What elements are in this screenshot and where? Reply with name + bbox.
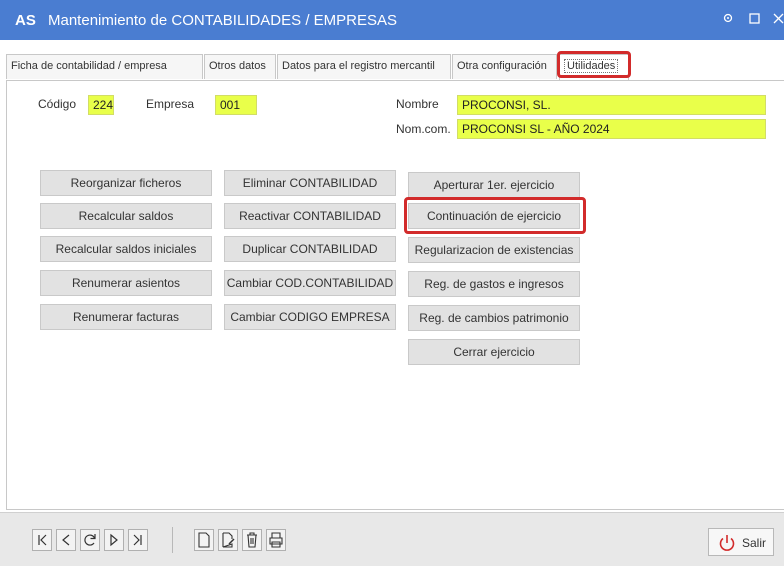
recalcular-saldos-button[interactable]: Recalcular saldos	[40, 203, 212, 229]
tab-otros-datos[interactable]: Otros datos	[204, 54, 276, 79]
window-title: Mantenimiento de CONTABILIDADES / EMPRES…	[48, 12, 398, 29]
nomcom-field[interactable]: PROCONSI SL - AÑO 2024	[457, 119, 766, 139]
edit-document-icon[interactable]	[218, 529, 238, 551]
duplicar-contabilidad-button[interactable]: Duplicar CONTABILIDAD	[224, 236, 396, 262]
print-icon[interactable]	[266, 529, 286, 551]
tab-registro-mercantil[interactable]: Datos para el registro mercantil	[277, 54, 451, 79]
recalcular-saldos-iniciales-button[interactable]: Recalcular saldos iniciales	[40, 236, 212, 262]
nombre-field[interactable]: PROCONSI, SL.	[457, 95, 766, 115]
app-logo: AS	[15, 12, 36, 29]
cerrar-ejercicio-button[interactable]: Cerrar ejercicio	[408, 339, 580, 365]
codigo-label: Código	[38, 97, 77, 111]
tab-otra-configuracion[interactable]: Otra configuración	[452, 54, 557, 79]
reg-gastos-ingresos-button[interactable]: Reg. de gastos e ingresos	[408, 271, 580, 297]
next-record-icon[interactable]	[104, 529, 124, 551]
title-bar: AS Mantenimiento de CONTABILIDADES / EMP…	[0, 0, 784, 40]
renumerar-facturas-button[interactable]: Renumerar facturas	[40, 304, 212, 330]
utilidades-highlight	[557, 51, 631, 78]
new-document-icon[interactable]	[194, 529, 214, 551]
tab-ficha[interactable]: Ficha de contabilidad / empresa	[6, 54, 203, 79]
reg-cambios-patrimonio-button[interactable]: Reg. de cambios patrimonio	[408, 305, 580, 331]
maximize-icon[interactable]	[744, 10, 764, 30]
exit-label: Salir	[742, 536, 767, 550]
bottom-toolbar: Salir	[0, 512, 784, 566]
codigo-field[interactable]: 224	[88, 95, 114, 115]
delete-icon[interactable]	[242, 529, 262, 551]
eliminar-contabilidad-button[interactable]: Eliminar CONTABILIDAD	[224, 170, 396, 196]
first-record-icon[interactable]	[32, 529, 52, 551]
cambiar-codigo-empresa-button[interactable]: Cambiar CODIGO EMPRESA	[224, 304, 396, 330]
pin-icon[interactable]	[718, 10, 738, 30]
cambiar-cod-contabilidad-button[interactable]: Cambiar COD.CONTABILIDAD	[224, 270, 396, 296]
last-record-icon[interactable]	[128, 529, 148, 551]
previous-record-icon[interactable]	[56, 529, 76, 551]
nomcom-label: Nom.com.	[396, 122, 451, 136]
reactivar-contabilidad-button[interactable]: Reactivar CONTABILIDAD	[224, 203, 396, 229]
empresa-field[interactable]: 001	[215, 95, 257, 115]
close-icon[interactable]	[768, 10, 784, 30]
empresa-label: Empresa	[146, 97, 195, 111]
nombre-label: Nombre	[396, 97, 439, 111]
continuacion-highlight	[404, 197, 586, 234]
toolbar-separator	[172, 527, 173, 553]
exit-button[interactable]: Salir	[708, 528, 774, 556]
renumerar-asientos-button[interactable]: Renumerar asientos	[40, 270, 212, 296]
power-icon	[719, 535, 735, 551]
refresh-icon[interactable]	[80, 529, 100, 551]
regularizacion-existencias-button[interactable]: Regularizacion de existencias	[408, 237, 580, 263]
aperturar-ejercicio-button[interactable]: Aperturar 1er. ejercicio	[408, 172, 580, 198]
reorganizar-ficheros-button[interactable]: Reorganizar ficheros	[40, 170, 212, 196]
